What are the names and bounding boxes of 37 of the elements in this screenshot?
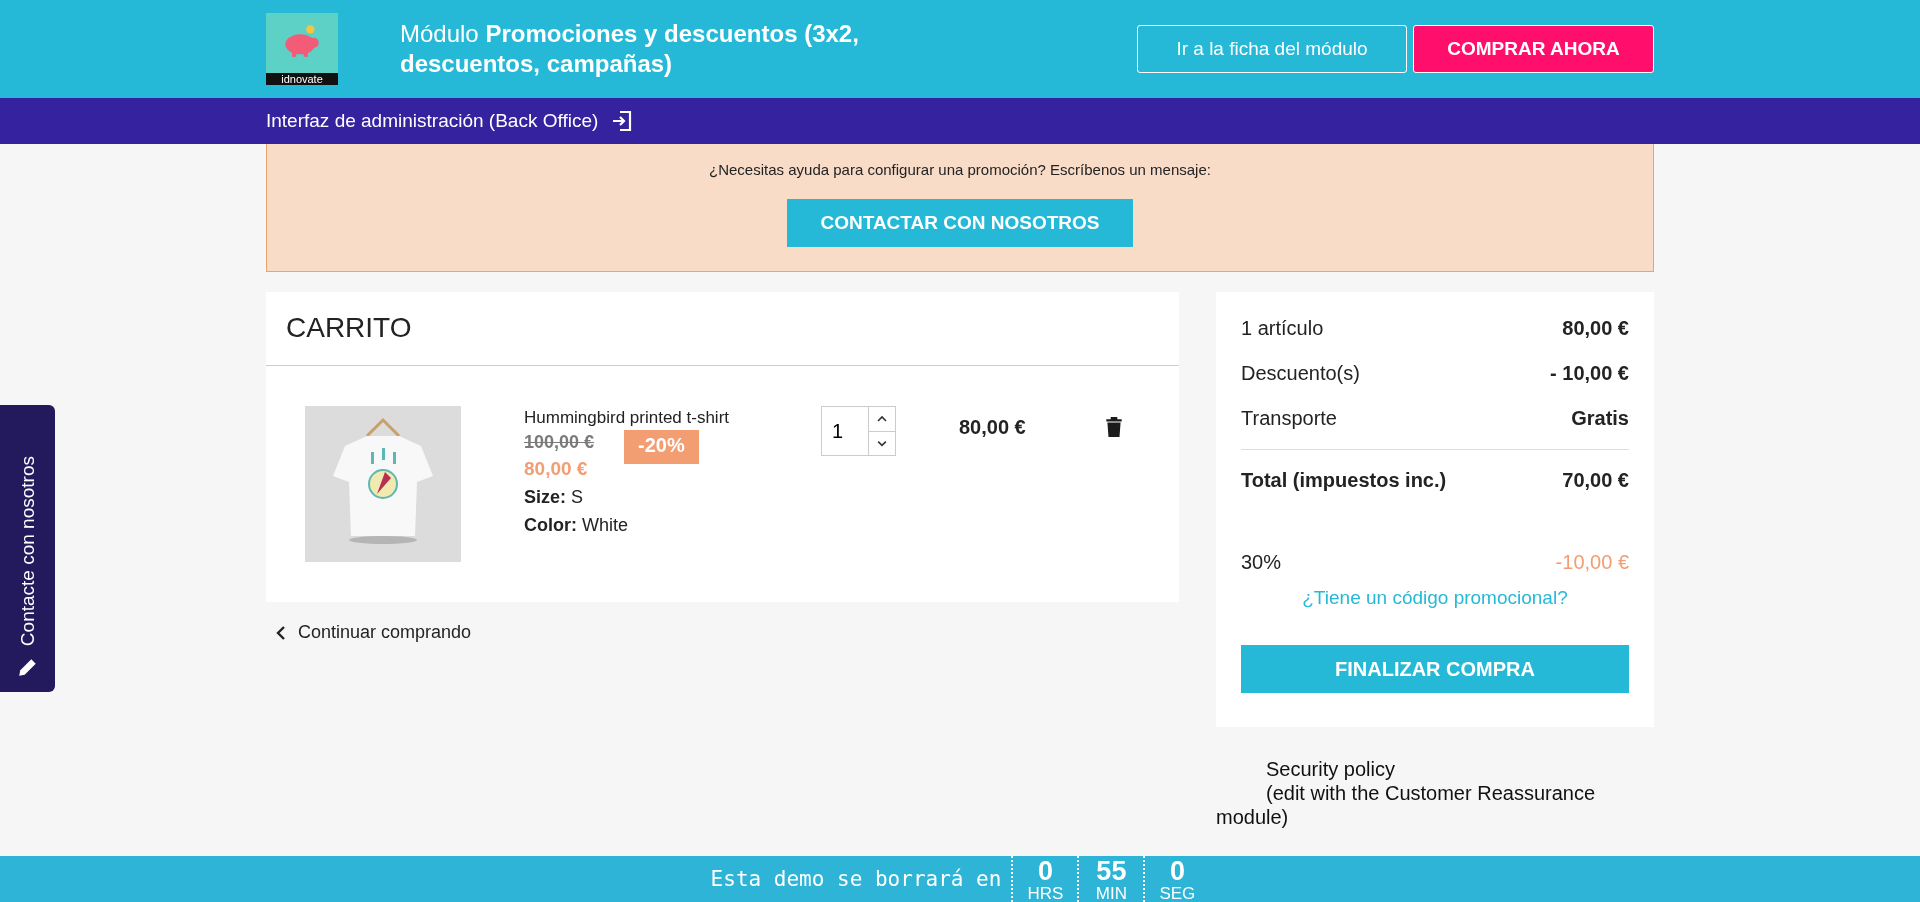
summary-value: - 10,00 € <box>1550 362 1629 385</box>
summary-value: 80,00 € <box>1562 317 1629 340</box>
delete-icon[interactable] <box>1104 416 1123 438</box>
admin-link[interactable]: Interfaz de administración (Back Office) <box>266 110 599 132</box>
summary-label: 30% <box>1241 551 1282 574</box>
cart-title: CARRITO <box>285 311 413 345</box>
logo-text: idnovate <box>266 73 338 85</box>
line-total: 80,00 € <box>959 416 1026 439</box>
timer-text: Esta demo se borrará en <box>710 867 1002 891</box>
summary-label: Total (impuestos inc.) <box>1241 468 1447 492</box>
timer-unit: HRS <box>1027 885 1064 902</box>
chevron-left-icon[interactable] <box>276 624 286 641</box>
product-attribute: Size: S <box>524 487 585 508</box>
pencil-icon <box>16 656 39 678</box>
product-name[interactable]: Hummingbird printed t-shirt <box>524 408 814 428</box>
timer-value: 55 <box>1096 858 1127 885</box>
summary-label: Transporte <box>1241 407 1337 430</box>
help-text: ¿Necesitas ayuda para configurar una promoción? Escríbenos un mensaje: <box>709 161 1211 178</box>
discounted-price: 80,00 € <box>524 458 589 480</box>
summary-label: 1 artículo <box>1241 317 1324 340</box>
timer-unit: MIN <box>1095 885 1127 902</box>
buy-now-button[interactable]: COMPRAR AHORA <box>1413 25 1654 73</box>
summary-value: Gratis <box>1571 407 1629 430</box>
summary-label: Descuento(s) <box>1241 362 1360 385</box>
reassurance-text: Security policy (edit with the Customer Reassurance module) <box>1216 757 1597 829</box>
timer-value: 0 <box>1037 858 1053 885</box>
summary-value: 70,00 € <box>1562 468 1629 492</box>
discount-badge: -20% <box>624 430 699 464</box>
summary-value: -10,00 € <box>1555 551 1629 574</box>
contact-side-tab[interactable]: Contacte con nosotros <box>0 405 55 692</box>
product-attribute: Color: White <box>524 515 629 536</box>
regular-price: 100,00 € <box>524 432 595 453</box>
continue-shopping-link[interactable]: Continuar comprando <box>298 622 472 643</box>
module-title: Módulo Promociones y descuentos (3x2, descuentos, campañas) <box>400 19 860 79</box>
quantity-field[interactable]: 1 <box>821 406 869 456</box>
timer-unit: SEG <box>1159 885 1196 902</box>
timer-value: 0 <box>1169 858 1185 885</box>
